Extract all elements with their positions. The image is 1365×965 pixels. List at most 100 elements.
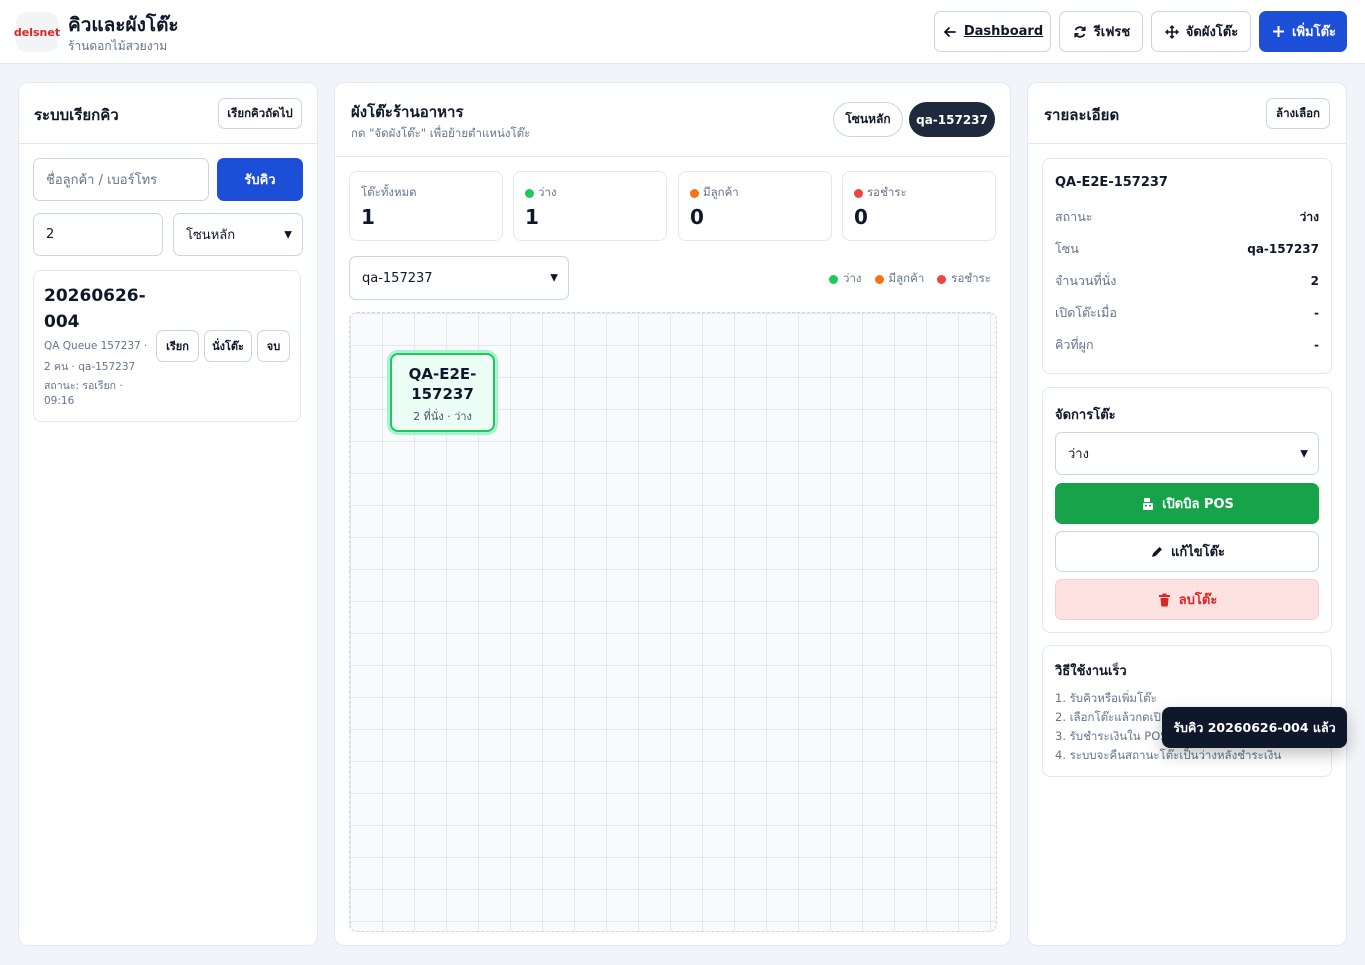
details-title: รายละเอียด	[1044, 106, 1120, 124]
open-pos-label: เปิดบิล POS	[1162, 497, 1234, 512]
manage-title: จัดการโต๊ะ	[1055, 408, 1116, 423]
stat-occupied: มีลูกค้า 0	[678, 171, 832, 241]
help-step-4: 4. ระบบจะคืนสถานะโต๊ะเป็นว่างหลังชำระเงิ…	[1055, 748, 1282, 762]
orange-dot-icon	[690, 188, 699, 198]
edit-table-label: แก้ไขโต๊ะ	[1170, 545, 1226, 560]
stat-total-label: โต๊ะทั้งหมด	[361, 185, 417, 199]
dashboard-button[interactable]: Dashboard	[934, 11, 1051, 52]
chevron-down-icon: ▼	[284, 229, 292, 240]
table-name-line2: 157237	[411, 385, 474, 403]
move-icon	[1164, 24, 1180, 40]
zone-select-value: โซนหลัก	[186, 228, 236, 243]
orange-dot-icon	[874, 274, 884, 284]
detail-value: -	[1314, 306, 1319, 320]
delete-table-label: ลบโต๊ะ	[1178, 593, 1218, 608]
logo-text: delsnet	[13, 25, 61, 39]
clear-selection-button[interactable]: ล้างเลือก	[1266, 98, 1330, 129]
tab-qa-zone[interactable]: qa-157237	[909, 102, 995, 137]
green-dot-icon	[525, 188, 534, 198]
edit-table-button[interactable]: แก้ไขโต๊ะ	[1055, 531, 1319, 572]
details-panel-header: รายละเอียด ล้างเลือก	[1028, 83, 1346, 144]
detail-row-opened: เปิดโต๊ะเมื่อ -	[1055, 303, 1319, 323]
details-panel: รายละเอียด ล้างเลือก QA-E2E-157237 สถานะ…	[1027, 82, 1347, 946]
queue-time: 09:16	[44, 395, 75, 407]
table-details-card: QA-E2E-157237 สถานะ ว่าง โซน qa-157237 จำน…	[1042, 158, 1332, 374]
detail-key: เปิดโต๊ะเมื่อ	[1055, 305, 1117, 320]
detail-value: ว่าง	[1299, 209, 1319, 224]
queue-item: 20260626-004 QA Queue 157237 · 2 คน · qa…	[33, 270, 301, 422]
legend-available: ว่าง	[843, 271, 862, 285]
queue-panel-header: ระบบเรียกคิว เรียกคิวถัดไป	[19, 83, 317, 144]
red-dot-icon	[937, 274, 947, 284]
help-step-3: 3. รับชำระเงินใน POS	[1055, 729, 1168, 743]
legend-payment: รอชำระ	[951, 271, 991, 285]
detail-key: คิวที่ผูก	[1055, 337, 1094, 352]
stat-available: ว่าง 1	[513, 171, 667, 241]
detail-key: โซน	[1055, 241, 1079, 256]
store-name: ร้านดอกไม้สวยงาม	[68, 39, 168, 53]
legend-occupied: มีลูกค้า	[888, 271, 925, 285]
status-legend: ว่าง มีลูกค้า รอชำระ	[829, 270, 991, 288]
queue-status: สถานะ: รอเรียก ·	[44, 380, 123, 392]
detail-row-zone: โซน qa-157237	[1055, 239, 1319, 259]
table-actions-card: จัดการโต๊ะ ว่าง ▼ เปิดบิล POS แก้ไขโต๊ะ …	[1042, 387, 1332, 633]
arrow-left-icon	[942, 24, 958, 40]
detail-row-seats: จำนวนที่นั่ง 2	[1055, 271, 1319, 291]
chevron-down-icon: ▼	[1300, 448, 1308, 459]
table-name: QA-E2E- 157237	[392, 364, 493, 404]
stat-available-value: 1	[525, 205, 539, 229]
arrange-tables-button[interactable]: จัดผังโต๊ะ	[1151, 11, 1251, 52]
take-queue-button[interactable]: รับคิว	[217, 158, 303, 201]
customer-name-input[interactable]: ชื่อลูกค้า / เบอร์โทร	[33, 158, 209, 201]
floor-panel: ผังโต๊ะร้านอาหาร กด "จัดผังโต๊ะ" เพื่อย้…	[334, 82, 1011, 946]
stat-awaiting-payment: รอชำระ 0	[842, 171, 996, 241]
seat-queue-button[interactable]: นั่งโต๊ะ	[204, 330, 252, 362]
detail-key: สถานะ	[1055, 209, 1093, 224]
finish-queue-button[interactable]: จบ	[257, 330, 290, 362]
app-logo: delsnet	[13, 12, 61, 52]
floor-hint: กด "จัดผังโต๊ะ" เพื่อย้ายตำแหน่งโต๊ะ	[351, 126, 531, 140]
green-dot-icon	[829, 274, 838, 284]
help-step-2: 2. เลือกโต๊ะแล้วกดเปิ	[1055, 710, 1161, 724]
stat-total-value: 1	[361, 205, 375, 229]
selected-table-name: QA-E2E-157237	[1055, 175, 1168, 190]
tab-main-zone[interactable]: โซนหลัก	[833, 102, 903, 137]
queue-party: 2 คน · qa-157237	[44, 361, 136, 373]
delete-table-button[interactable]: ลบโต๊ะ	[1055, 579, 1319, 620]
table-status-value: ว่าง	[1068, 447, 1089, 462]
detail-value: qa-157237	[1247, 242, 1319, 256]
floor-zone-select[interactable]: qa-157237 ▼	[349, 256, 569, 300]
queue-number: 20260626-004	[44, 286, 146, 332]
refresh-label: รีเฟรช	[1093, 25, 1131, 40]
queue-title: ระบบเรียกคิว	[34, 106, 119, 124]
red-dot-icon	[854, 188, 863, 198]
refresh-button[interactable]: รีเฟรช	[1059, 11, 1143, 52]
stat-payment-value: 0	[854, 205, 868, 229]
refresh-icon	[1072, 24, 1088, 40]
floor-zone-value: qa-157237	[362, 270, 433, 286]
cash-register-icon	[1140, 496, 1156, 512]
trash-icon	[1157, 592, 1173, 608]
table-meta: 2 ที่นั่ง · ว่าง	[413, 410, 472, 423]
table-status-select[interactable]: ว่าง ▼	[1055, 432, 1319, 475]
call-queue-button[interactable]: เรียก	[156, 330, 199, 362]
open-pos-button[interactable]: เปิดบิล POS	[1055, 483, 1319, 524]
table-name-line1: QA-E2E-	[408, 365, 477, 383]
help-step-1: 1. รับคิวหรือเพิ่มโต๊ะ	[1055, 691, 1157, 705]
top-header: delsnet คิวและผังโต๊ะ ร้านดอกไม้สวยงาม D…	[0, 0, 1365, 64]
party-size-input[interactable]: 2	[33, 213, 163, 256]
call-next-button[interactable]: เรียกคิวถัดไป	[218, 98, 302, 129]
table-card[interactable]: QA-E2E- 157237 2 ที่นั่ง · ว่าง	[390, 353, 495, 432]
add-table-button[interactable]: เพิ่มโต๊ะ	[1259, 11, 1347, 52]
page-title: คิวและผังโต๊ะ	[68, 14, 179, 36]
arrange-label: จัดผังโต๊ะ	[1185, 25, 1239, 40]
stat-total-tables: โต๊ะทั้งหมด 1	[349, 171, 503, 241]
add-table-label: เพิ่มโต๊ะ	[1292, 25, 1336, 40]
floor-panel-header: ผังโต๊ะร้านอาหาร กด "จัดผังโต๊ะ" เพื่อย้…	[335, 83, 1010, 157]
stat-available-label: ว่าง	[538, 185, 557, 199]
plus-icon	[1270, 24, 1286, 40]
chevron-down-icon: ▼	[550, 272, 558, 284]
zone-select[interactable]: โซนหลัก ▼	[173, 213, 303, 256]
detail-key: จำนวนที่นั่ง	[1055, 273, 1117, 288]
detail-value: -	[1314, 338, 1319, 352]
